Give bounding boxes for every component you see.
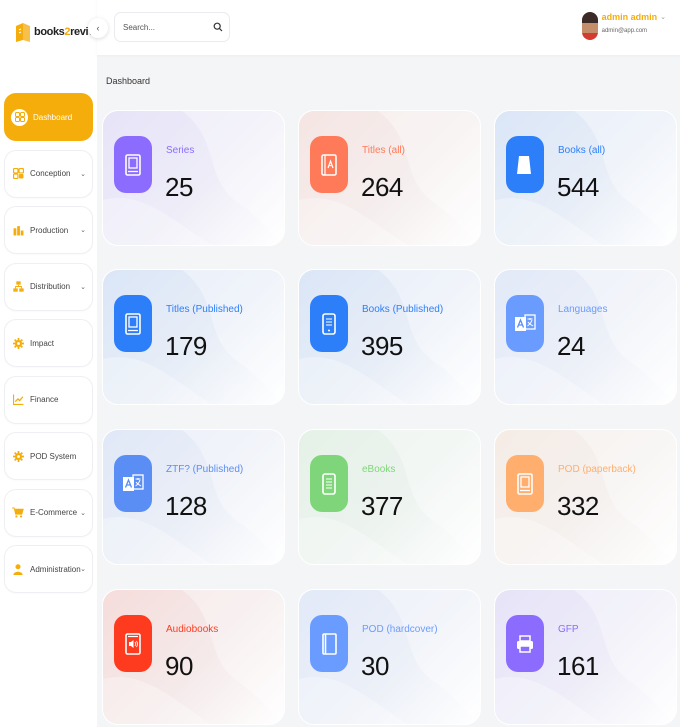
stat-card-languages[interactable]: Languages 24 (494, 269, 677, 405)
hardcover-icon (310, 615, 348, 672)
sidebar-item-impact[interactable]: Impact (4, 319, 93, 367)
user-icon (11, 562, 25, 576)
stat-card-ebooks[interactable]: eBooks 377 (298, 429, 481, 565)
sidebar-item-label: Administration (30, 564, 81, 574)
topbar: admin admin ⌄ admin@app.com (97, 0, 680, 55)
gear-icon (11, 336, 25, 350)
stat-card-gfp[interactable]: GFP 161 (494, 589, 677, 725)
sidebar-item-label: E-Commerce (30, 508, 78, 517)
collapse-sidebar-button[interactable]: ‹ (88, 18, 108, 38)
book-title-icon (310, 136, 348, 193)
sidebar-item-label: POD System (30, 451, 77, 461)
logo-icon (16, 23, 30, 42)
avatar[interactable] (581, 12, 598, 40)
sidebar-item-pod-system[interactable]: POD System (4, 432, 93, 480)
chevron-left-icon: ‹ (96, 23, 100, 33)
chevron-down-icon[interactable]: ⌄ (80, 509, 86, 517)
sidebar-nav: Dashboard Conception ⌄ Production ⌄ Distribut… (4, 93, 93, 602)
stat-label: Languages (558, 304, 608, 315)
paperback-icon (506, 455, 544, 512)
stat-card-series[interactable]: Series 25 (102, 110, 285, 246)
sidebar-item-label: Finance (30, 395, 59, 404)
sidebar-item-production[interactable]: Production ⌄ (4, 206, 93, 254)
stat-card-books-published[interactable]: Books (Published) 395 (298, 269, 481, 405)
stat-value: 161 (557, 651, 599, 681)
audiobook-icon (114, 615, 152, 672)
search-box[interactable] (114, 12, 230, 42)
user-menu[interactable]: admin admin ⌄ admin@app.com (581, 12, 666, 40)
chevron-down-icon[interactable]: ⌄ (80, 283, 86, 291)
sidebar-item-dashboard[interactable]: Dashboard (4, 93, 93, 141)
stat-card-pod-paperback[interactable]: POD (paperback) 332 (494, 429, 677, 565)
gear-icon (11, 449, 25, 463)
chevron-down-icon[interactable]: ⌄ (80, 565, 86, 573)
translate-icon (506, 295, 544, 352)
stat-value: 25 (165, 172, 193, 202)
stat-card-titles-published[interactable]: Titles (Published) 179 (102, 269, 285, 405)
network-icon (11, 280, 25, 294)
stat-label: POD (paperback) (558, 464, 636, 475)
bar-chart-icon (11, 223, 25, 237)
book-icon (114, 295, 152, 352)
stat-card-books-all[interactable]: Books (all) 544 (494, 110, 677, 246)
stat-value: 128 (165, 491, 207, 521)
stat-value: 544 (557, 172, 599, 202)
sidebar-item-distribution[interactable]: Distribution ⌄ (4, 262, 93, 311)
chevron-down-icon[interactable]: ⌄ (80, 226, 86, 234)
cart-icon (11, 506, 25, 520)
stat-value: 332 (557, 491, 599, 521)
stat-card-audiobooks[interactable]: Audiobooks 90 (102, 589, 285, 725)
sidebar-item-label: Dashboard (33, 112, 73, 122)
stat-label: Books (Published) (362, 304, 444, 315)
sidebar-item-finance[interactable]: Finance (4, 375, 93, 424)
stat-label: eBooks (362, 464, 396, 475)
user-name: admin admin (601, 12, 658, 22)
chevron-down-icon[interactable]: ⌄ (80, 170, 86, 178)
sidebar-item-e-commerce[interactable]: E-Commerce ⌄ (4, 488, 93, 537)
sidebar-item-label: Distribution (30, 282, 71, 291)
translate-icon (114, 455, 152, 512)
stat-value: 395 (361, 331, 403, 361)
stat-card-ztf-published[interactable]: ZTF? (Published) 128 (102, 429, 285, 565)
line-chart-icon (11, 393, 25, 407)
logo-text-main: books (34, 26, 65, 38)
grid-icon (11, 167, 25, 181)
stat-card-pod-hardcover[interactable]: POD (hardcover) 30 (298, 589, 481, 725)
sidebar-item-label: Production (30, 225, 69, 235)
printer-icon (506, 615, 544, 672)
stat-value: 377 (361, 491, 403, 521)
user-email: admin@app.com (601, 28, 648, 34)
stat-value: 24 (557, 331, 585, 361)
stat-value: 264 (361, 172, 403, 202)
book-stand-icon (506, 136, 544, 193)
sidebar-item-conception[interactable]: Conception ⌄ (4, 149, 93, 198)
stat-value: 90 (165, 651, 193, 681)
stat-value: 30 (361, 651, 389, 681)
search-input[interactable] (123, 22, 213, 32)
sidebar-item-administration[interactable]: Administration ⌄ (4, 545, 93, 593)
tablet-icon (310, 295, 348, 352)
sidebar-item-label: Conception (30, 169, 71, 178)
stat-label: Books (all) (558, 145, 606, 156)
sidebar: books2revival Dashboard Conception ⌄ Produc… (0, 0, 103, 727)
stat-label: POD (hardcover) (362, 624, 438, 635)
stat-label: GFP (558, 624, 579, 635)
user-info: admin admin ⌄ admin@app.com (602, 12, 666, 34)
search-icon[interactable] (213, 22, 223, 32)
book-icon (114, 136, 152, 193)
chevron-down-icon[interactable]: ⌄ (660, 13, 666, 21)
stat-value: 179 (165, 331, 207, 361)
sidebar-item-label: Impact (30, 338, 55, 348)
stat-card-titles-all[interactable]: Titles (all) 264 (298, 110, 481, 246)
ebook-icon (310, 455, 348, 512)
dashboard-icon (11, 108, 28, 126)
page-title: Dashboard (106, 76, 151, 86)
stat-label: Titles (all) (362, 145, 405, 156)
stat-label: ZTF? (Published) (166, 464, 244, 475)
stat-label: Audiobooks (166, 624, 219, 635)
stat-label: Titles (Published) (166, 304, 243, 315)
stat-label: Series (166, 145, 195, 156)
